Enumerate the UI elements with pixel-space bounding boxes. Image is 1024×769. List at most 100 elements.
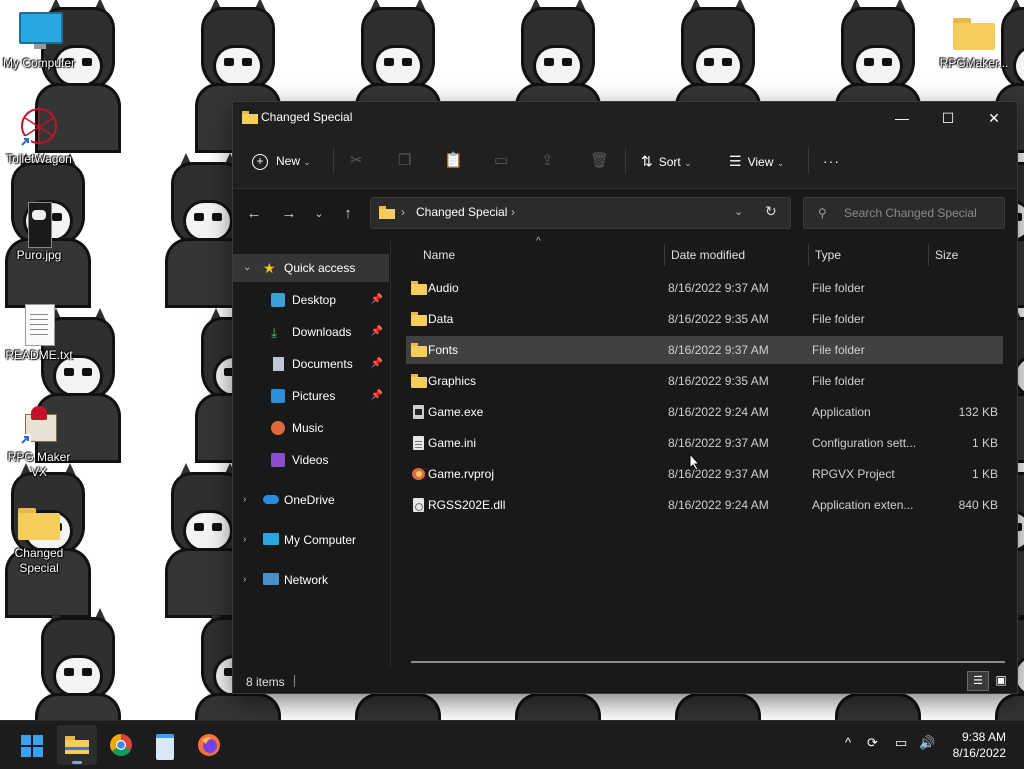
- file-row[interactable]: Game.exe 8/16/2022 9:24 AM Application 132 …: [406, 398, 1003, 426]
- large-icons-view-icon[interactable]: ▣: [991, 671, 1011, 689]
- chrome-icon: [110, 734, 132, 756]
- search-box[interactable]: ⚲ Search Changed Special: [803, 197, 1005, 229]
- nav-quick-access[interactable]: ⌄ ★ Quick access: [233, 254, 389, 282]
- videos-icon: [271, 453, 285, 467]
- desktop-icon-my-computer[interactable]: My Computer: [1, 10, 77, 71]
- breadcrumb[interactable]: Changed Special: [416, 205, 507, 219]
- view-button[interactable]: ☰ View ⌄: [729, 150, 784, 172]
- search-icon: ⚲: [818, 206, 827, 220]
- address-bar[interactable]: › Changed Special › ⌄ ↻: [370, 197, 791, 229]
- column-header-type[interactable]: Type: [815, 240, 841, 270]
- more-options-button[interactable]: ···: [823, 150, 840, 172]
- taskbar-file-explorer[interactable]: [57, 725, 97, 765]
- paste-icon[interactable]: 📋: [444, 150, 463, 172]
- nav-onedrive[interactable]: › OneDrive: [233, 486, 389, 514]
- file-row[interactable]: Game.ini 8/16/2022 9:37 AM Configuration s…: [406, 429, 1003, 457]
- network-icon: [263, 573, 279, 585]
- column-divider[interactable]: [664, 244, 665, 266]
- file-name: Fonts: [428, 343, 459, 357]
- taskbar-firefox[interactable]: [189, 725, 229, 765]
- file-type: File folder: [812, 374, 865, 388]
- chevron-down-icon: ⌄: [243, 262, 252, 273]
- delete-icon[interactable]: 🗑: [590, 150, 609, 172]
- star-icon: ★: [263, 260, 276, 276]
- taskbar-chrome[interactable]: [101, 725, 141, 765]
- column-divider[interactable]: [928, 244, 929, 266]
- desktop-icon-toiletwagon[interactable]: ToiletWagon: [1, 106, 77, 167]
- breadcrumb-separator-icon[interactable]: ›: [511, 205, 515, 219]
- sort-button[interactable]: ⇅ Sort ⌄: [641, 150, 692, 172]
- back-icon[interactable]: ←: [244, 204, 264, 224]
- column-header-name[interactable]: Name: [423, 240, 455, 270]
- title-bar[interactable]: Changed Special — ☐ ✕: [233, 102, 1017, 134]
- file-row[interactable]: Game.rvproj 8/16/2022 9:37 AM RPGVX Projec…: [406, 460, 1003, 488]
- file-date: 8/16/2022 9:37 AM: [668, 281, 769, 295]
- close-button[interactable]: ✕: [971, 102, 1017, 134]
- pin-icon[interactable]: 📌: [371, 382, 383, 410]
- window-title: Changed Special: [261, 110, 353, 124]
- nav-music[interactable]: Music: [233, 414, 389, 442]
- show-hidden-icons-icon[interactable]: ^: [845, 735, 851, 750]
- file-row[interactable]: Fonts 8/16/2022 9:37 AM File folder: [406, 336, 1003, 364]
- nav-documents[interactable]: Documents 📌: [233, 350, 389, 378]
- dll-file-icon: [411, 498, 427, 512]
- column-header-date[interactable]: Date modified: [671, 240, 745, 270]
- nav-downloads[interactable]: ⤓ Downloads 📌: [233, 318, 389, 346]
- folder-icon: [242, 111, 258, 124]
- file-row[interactable]: Graphics 8/16/2022 9:35 AM File folder: [406, 367, 1003, 395]
- recent-locations-icon[interactable]: ⌄: [309, 204, 329, 224]
- file-explorer-window[interactable]: Changed Special — ☐ ✕ + New ⌄ ✂ ❐ 📋 ▭ ⇪ 🗑…: [232, 101, 1018, 694]
- rpg-maker-icon: [17, 404, 61, 448]
- file-date: 8/16/2022 9:37 AM: [668, 343, 769, 357]
- taskbar-notepad[interactable]: [145, 725, 185, 765]
- cut-icon[interactable]: ✂: [350, 150, 363, 172]
- file-row[interactable]: RGSS202E.dll 8/16/2022 9:24 AM Application…: [406, 491, 1003, 519]
- start-button[interactable]: [12, 725, 52, 765]
- pin-icon[interactable]: 📌: [371, 286, 383, 314]
- desktop-icon-label: RPG Maker VX: [7, 450, 71, 479]
- column-header-size[interactable]: Size: [935, 240, 958, 270]
- up-icon[interactable]: ↑: [338, 204, 358, 224]
- details-view-icon[interactable]: ☰: [967, 671, 989, 691]
- desktop-icon-label: ToiletWagon: [6, 152, 72, 166]
- network-status-icon[interactable]: ▭: [895, 735, 907, 751]
- nav-pictures[interactable]: Pictures 📌: [233, 382, 389, 410]
- clock[interactable]: 9:38 AM 8/16/2022: [953, 729, 1006, 761]
- volume-icon[interactable]: 🔊: [919, 735, 935, 751]
- plus-icon: +: [252, 153, 268, 170]
- chevron-down-icon[interactable]: ⌄: [734, 205, 743, 218]
- copy-icon[interactable]: ❐: [398, 150, 411, 172]
- nav-my-computer[interactable]: › My Computer: [233, 526, 389, 554]
- new-button[interactable]: + New ⌄: [252, 150, 311, 172]
- clock-time: 9:38 AM: [961, 730, 1006, 744]
- desktop-icon-rpg-maker-vx[interactable]: RPG Maker VX: [1, 404, 77, 480]
- nav-network[interactable]: › Network: [233, 566, 389, 594]
- sync-icon[interactable]: ⟳: [867, 735, 878, 751]
- desktop-icon-changed-special[interactable]: Changed Special: [1, 500, 77, 576]
- file-name: Graphics: [428, 374, 477, 388]
- pin-icon[interactable]: 📌: [371, 350, 383, 378]
- maximize-button[interactable]: ☐: [925, 102, 971, 134]
- file-row[interactable]: Data 8/16/2022 9:35 AM File folder: [406, 305, 1003, 333]
- desktop-icon: [271, 293, 285, 307]
- sort-icon: ⇅: [641, 153, 653, 169]
- document-icon: [273, 357, 284, 371]
- folder-icon: [411, 281, 427, 295]
- desktop-icon-readme[interactable]: README.txt: [1, 302, 77, 363]
- file-name: Game.ini: [428, 436, 477, 450]
- pin-icon[interactable]: 📌: [371, 318, 383, 346]
- minimize-button[interactable]: —: [879, 102, 925, 134]
- desktop-icon-puro[interactable]: Puro.jpg: [1, 202, 77, 263]
- desktop-icon-rpgmaker-folder[interactable]: RPGMaker...: [936, 10, 1012, 71]
- share-icon[interactable]: ⇪: [541, 150, 554, 172]
- wallpaper-tile: [30, 608, 126, 720]
- nav-videos[interactable]: Videos: [233, 446, 389, 474]
- refresh-icon[interactable]: ↻: [765, 203, 777, 220]
- nav-desktop[interactable]: Desktop 📌: [233, 286, 389, 314]
- forward-icon[interactable]: →: [279, 204, 299, 224]
- horizontal-scrollbar[interactable]: [411, 661, 1005, 663]
- file-row[interactable]: Audio 8/16/2022 9:37 AM File folder: [406, 274, 1003, 302]
- rename-icon[interactable]: ▭: [494, 150, 508, 172]
- settings-file-icon: [411, 436, 427, 450]
- column-divider[interactable]: [808, 244, 809, 266]
